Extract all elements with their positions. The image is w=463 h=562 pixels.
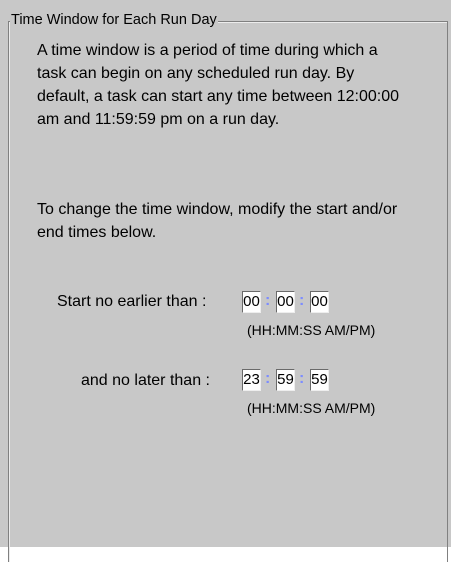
start-time-label: Start no earlier than :	[57, 293, 207, 310]
start-seconds-field[interactable]	[310, 291, 329, 313]
start-separator-2: :	[299, 292, 305, 309]
end-time-label: and no later than :	[81, 372, 210, 389]
end-minutes-field[interactable]	[276, 369, 295, 391]
instruction-text: To change the time window, modify the st…	[37, 201, 398, 241]
group-title: Time Window for Each Run Day	[10, 12, 218, 29]
start-minutes-field[interactable]	[276, 291, 295, 313]
end-separator-2: :	[299, 370, 305, 387]
start-format-hint: (HH:MM:SS AM/PM)	[247, 322, 376, 338]
intro-text: A time window is a period of time during…	[37, 42, 399, 128]
settings-panel: Time Window for Each Run Day A time wind…	[0, 0, 451, 562]
end-hours-field[interactable]	[242, 369, 261, 391]
end-separator-1: :	[265, 370, 271, 387]
start-hours-field[interactable]	[242, 291, 261, 313]
end-format-hint: (HH:MM:SS AM/PM)	[247, 400, 376, 416]
start-separator-1: :	[265, 292, 271, 309]
end-seconds-field[interactable]	[310, 369, 329, 391]
